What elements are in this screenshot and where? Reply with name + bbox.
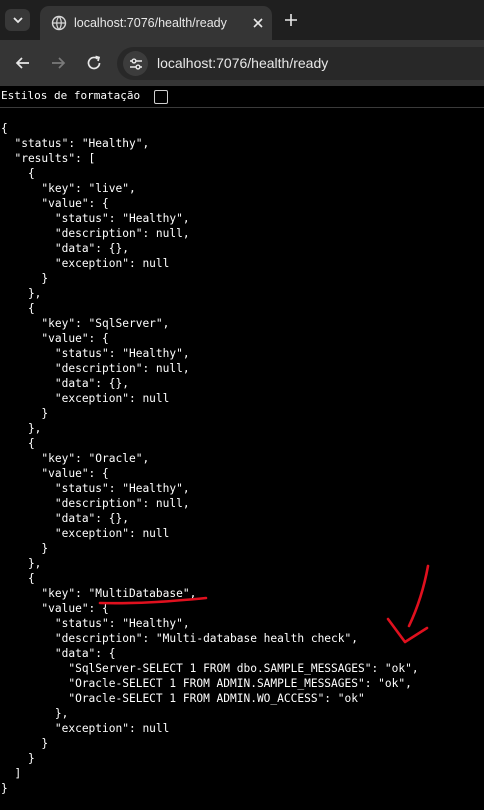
pretty-print-label: Estilos de formatação (1, 89, 141, 102)
address-bar[interactable]: localhost:7076/health/ready (117, 47, 484, 80)
json-line: { (1, 437, 35, 450)
json-line: } (1, 272, 49, 285)
plus-icon[interactable] (283, 12, 299, 28)
json-line: { (1, 122, 8, 135)
json-line: "results": [ (1, 152, 96, 165)
json-line: }, (1, 707, 69, 720)
json-line: "exception": null (1, 257, 170, 270)
pretty-print-checkbox[interactable] (154, 90, 168, 104)
tab-search-button[interactable] (5, 9, 30, 31)
tab-search-icon (12, 17, 23, 24)
json-line: ] (1, 767, 22, 780)
json-line: "Oracle-SELECT 1 FROM ADMIN.WO_ACCESS": … (1, 692, 365, 705)
json-line: { (1, 572, 35, 585)
site-info-button[interactable] (123, 51, 148, 76)
browser-toolbar: localhost:7076/health/ready (0, 40, 484, 86)
json-line: "status": "Healthy", (1, 212, 190, 225)
json-line: } (1, 752, 35, 765)
json-line: "key": "SqlServer", (1, 317, 170, 330)
json-line: { (1, 302, 35, 315)
json-line: "exception": null (1, 722, 170, 735)
json-line: "status": "Healthy", (1, 617, 190, 630)
json-line: "description": null, (1, 362, 190, 375)
json-line: } (1, 407, 49, 420)
json-line: "key": "live", (1, 182, 136, 195)
tune-icon (129, 57, 142, 70)
url-text[interactable]: localhost:7076/health/ready (157, 55, 328, 71)
json-line: "description": null, (1, 497, 190, 510)
json-line: "description": "Multi-database health ch… (1, 632, 358, 645)
json-line: "status": "Healthy", (1, 347, 190, 360)
json-line: "value": { (1, 467, 109, 480)
json-line: "data": { (1, 647, 116, 660)
json-line: } (1, 782, 8, 795)
reload-icon[interactable] (85, 54, 103, 72)
json-line: } (1, 737, 49, 750)
tab-strip: localhost:7076/health/ready (0, 0, 484, 40)
json-line: } (1, 542, 49, 555)
json-line: "value": { (1, 197, 109, 210)
json-response-body: { "status": "Healthy", "results": [ { "k… (1, 121, 419, 796)
json-line: "Oracle-SELECT 1 FROM ADMIN.SAMPLE_MESSA… (1, 677, 412, 690)
globe-icon (51, 15, 67, 31)
json-line: "status": "Healthy", (1, 137, 150, 150)
forward-arrow-icon[interactable] (49, 54, 67, 72)
json-line: "key": "MultiDatabase", (1, 587, 197, 600)
tab-title: localhost:7076/health/ready (74, 16, 227, 30)
active-tab[interactable]: localhost:7076/health/ready (40, 6, 272, 40)
json-line: "key": "Oracle", (1, 452, 150, 465)
json-line: "SqlServer-SELECT 1 FROM dbo.SAMPLE_MESS… (1, 662, 419, 675)
json-line: "status": "Healthy", (1, 482, 190, 495)
json-line: }, (1, 422, 42, 435)
close-icon[interactable] (250, 15, 266, 31)
json-line: "exception": null (1, 392, 170, 405)
json-line: "data": {}, (1, 512, 129, 525)
pretty-print-bar: Estilos de formatação (0, 86, 484, 108)
json-line: "exception": null (1, 527, 170, 540)
json-line: { (1, 167, 35, 180)
json-line: "data": {}, (1, 377, 129, 390)
json-line: "value": { (1, 602, 109, 615)
json-line: "data": {}, (1, 242, 129, 255)
json-line: }, (1, 287, 42, 300)
back-arrow-icon[interactable] (14, 54, 32, 72)
json-line: }, (1, 557, 42, 570)
json-line: "description": null, (1, 227, 190, 240)
json-line: "value": { (1, 332, 109, 345)
